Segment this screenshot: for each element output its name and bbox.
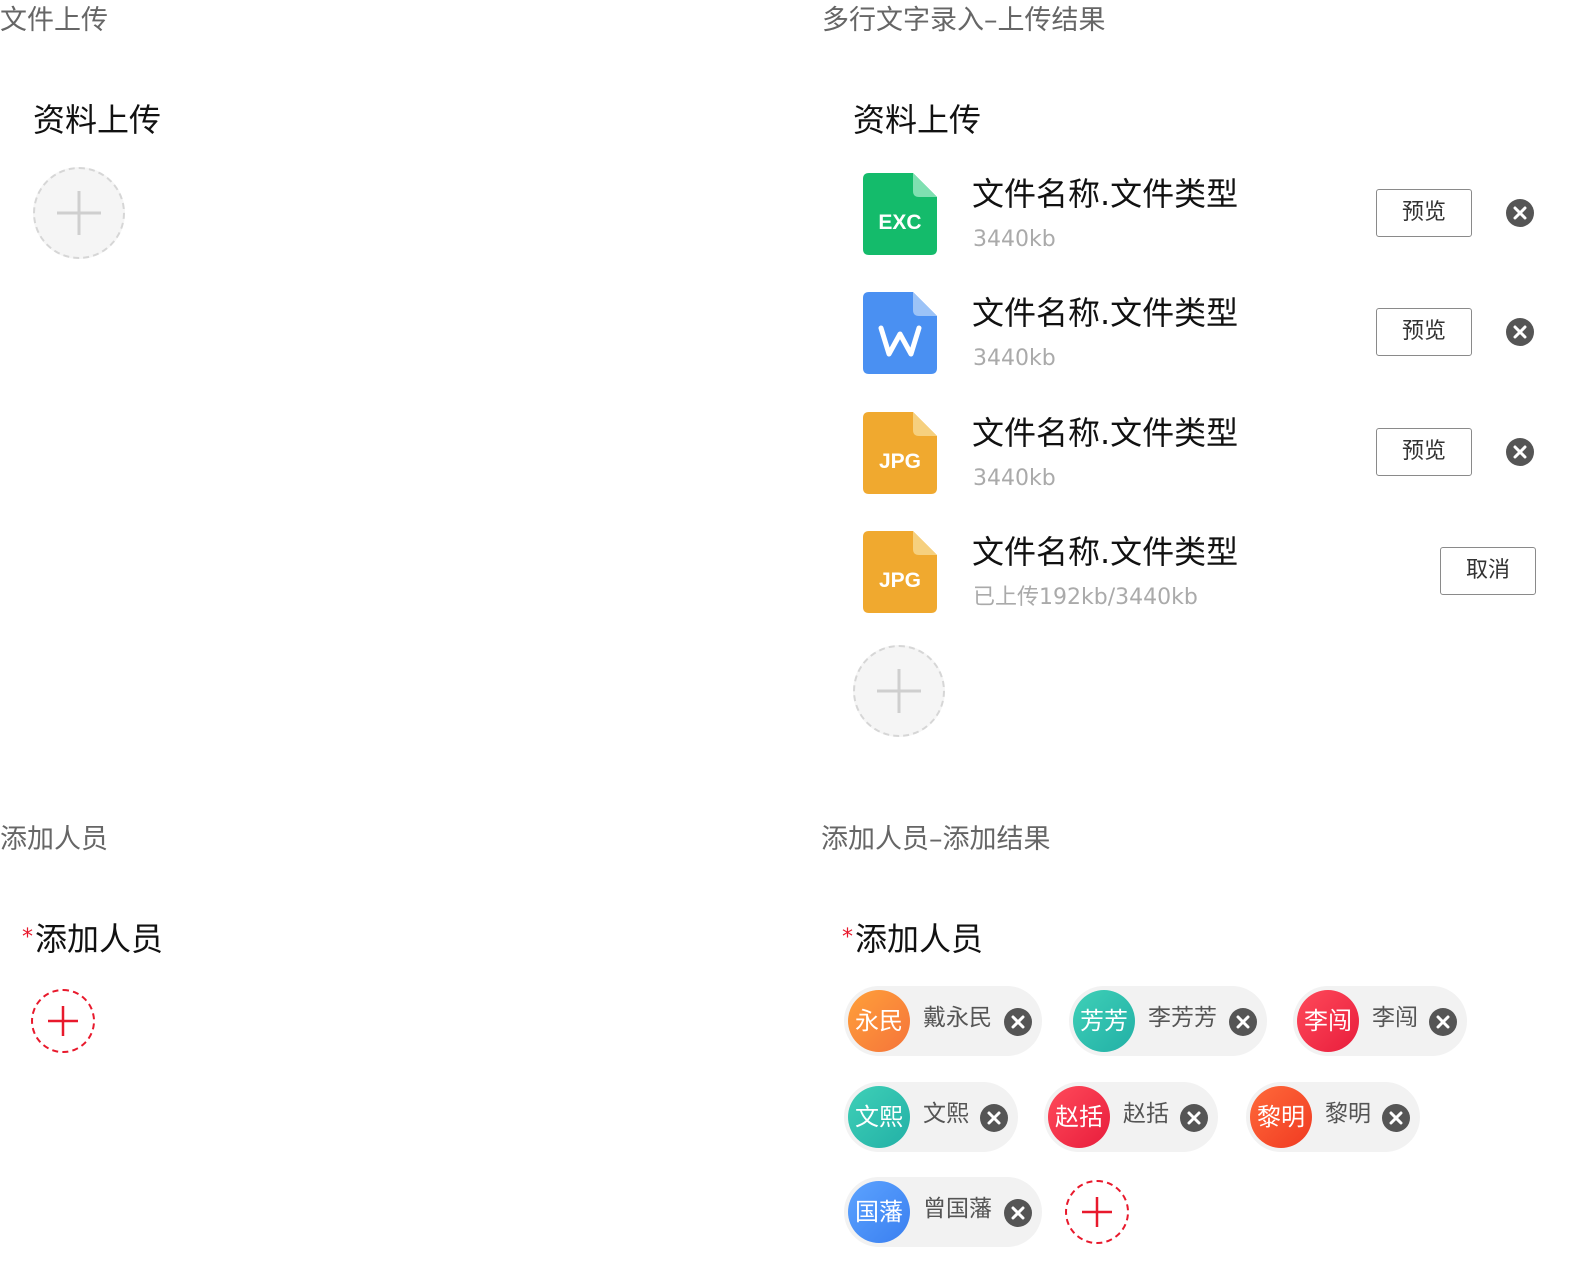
- remove-person-icon[interactable]: [980, 1104, 1008, 1132]
- person-name: 李闯: [1372, 1005, 1418, 1031]
- field-label-upload-result: 资料上传: [853, 101, 982, 139]
- file-size: 已上传192kb/3440kb: [973, 585, 1198, 610]
- remove-person-icon[interactable]: [1382, 1104, 1410, 1132]
- file-name: 文件名称.文件类型: [972, 294, 1239, 332]
- remove-person-icon[interactable]: [1004, 1008, 1032, 1036]
- plus-icon: [48, 1006, 78, 1036]
- avatar: 李闯: [1297, 990, 1359, 1052]
- add-person-button[interactable]: [31, 989, 95, 1053]
- person-chip: 文熙 文熙: [844, 1082, 1018, 1152]
- image-file-icon: JPG: [863, 531, 937, 613]
- file-type-label: JPG: [878, 569, 922, 592]
- preview-button[interactable]: 预览: [1376, 308, 1472, 356]
- file-type-label: JPG: [878, 450, 922, 473]
- person-chip: 黎明 黎明: [1246, 1082, 1420, 1152]
- remove-person-icon[interactable]: [1004, 1199, 1032, 1227]
- person-name: 赵括: [1123, 1101, 1169, 1127]
- file-size: 3440kb: [973, 346, 1056, 371]
- remove-person-icon[interactable]: [1229, 1008, 1257, 1036]
- image-file-icon: JPG: [863, 412, 937, 494]
- required-mark: *: [842, 925, 853, 950]
- person-chip: 国藩 曾国藩: [844, 1177, 1042, 1247]
- required-mark: *: [22, 925, 33, 950]
- field-label-add-people-result: *添加人员: [842, 923, 983, 955]
- section-title-add-people-result: 添加人员–添加结果: [821, 824, 1051, 855]
- add-file-button[interactable]: [33, 167, 125, 259]
- section-title-upload-result: 多行文字录入–上传结果: [822, 5, 1106, 36]
- file-size: 3440kb: [973, 466, 1056, 491]
- file-name: 文件名称.文件类型: [972, 175, 1239, 213]
- person-name: 戴永民: [923, 1005, 992, 1031]
- cancel-upload-button[interactable]: 取消: [1440, 547, 1536, 595]
- avatar: 国藩: [848, 1181, 910, 1243]
- person-chip: 赵括 赵括: [1044, 1082, 1218, 1152]
- file-size: 3440kb: [973, 227, 1056, 252]
- add-person-button[interactable]: [1065, 1180, 1129, 1244]
- file-name: 文件名称.文件类型: [972, 533, 1239, 571]
- person-name: 黎明: [1325, 1101, 1371, 1127]
- remove-file-icon[interactable]: [1506, 318, 1534, 346]
- remove-file-icon[interactable]: [1506, 199, 1534, 227]
- excel-file-icon: EXC: [863, 173, 937, 255]
- field-label-add-people: *添加人员: [22, 923, 163, 955]
- add-file-button[interactable]: [853, 645, 945, 737]
- avatar: 永民: [848, 990, 910, 1052]
- section-title-file-upload: 文件上传: [0, 5, 108, 36]
- field-label-text: 添加人员: [855, 920, 984, 958]
- avatar: 黎明: [1250, 1086, 1312, 1148]
- person-name: 文熙: [923, 1101, 969, 1127]
- person-chip: 李闯 李闯: [1293, 986, 1467, 1056]
- remove-person-icon[interactable]: [1180, 1104, 1208, 1132]
- avatar: 文熙: [848, 1086, 910, 1148]
- field-label-file-upload: 资料上传: [33, 101, 162, 139]
- remove-person-icon[interactable]: [1429, 1008, 1457, 1036]
- person-chip: 永民 戴永民: [844, 986, 1042, 1056]
- file-type-label: EXC: [878, 211, 922, 234]
- word-file-icon: [863, 292, 937, 374]
- field-label-text: 添加人员: [35, 920, 164, 958]
- preview-button[interactable]: 预览: [1376, 428, 1472, 476]
- plus-icon: [1082, 1197, 1112, 1227]
- plus-icon: [877, 669, 921, 713]
- preview-button[interactable]: 预览: [1376, 189, 1472, 237]
- person-name: 曾国藩: [923, 1196, 992, 1222]
- plus-icon: [57, 191, 101, 235]
- file-name: 文件名称.文件类型: [972, 414, 1239, 452]
- person-chip: 芳芳 李芳芳: [1069, 986, 1267, 1056]
- avatar: 赵括: [1048, 1086, 1110, 1148]
- remove-file-icon[interactable]: [1506, 438, 1534, 466]
- person-name: 李芳芳: [1148, 1005, 1217, 1031]
- avatar: 芳芳: [1073, 990, 1135, 1052]
- section-title-add-people: 添加人员: [0, 824, 108, 855]
